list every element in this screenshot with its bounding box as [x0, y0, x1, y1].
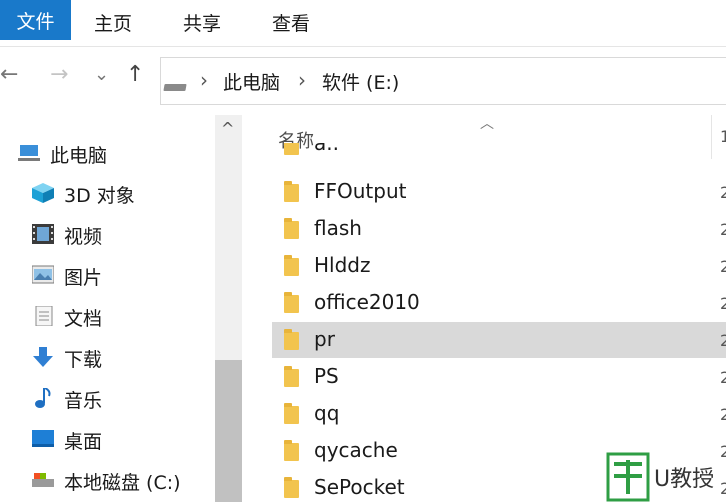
file-name: a..	[314, 143, 339, 155]
file-name: flash	[314, 216, 362, 240]
file-name: FFOutput	[314, 179, 407, 203]
drive-icon	[163, 84, 187, 91]
list-item[interactable]: a..	[272, 143, 726, 163]
file-list: ︿ 名称 1 a.. FFOutput flash Hlddz office20…	[242, 115, 726, 502]
file-name: Hlddz	[314, 253, 371, 277]
svg-text:U教授: U教授	[654, 467, 714, 492]
navigation-pane-scrollbar[interactable]: ^	[215, 115, 242, 502]
breadcrumb-separator[interactable]: ›	[200, 68, 208, 92]
watermark-logo: U教授	[606, 452, 714, 502]
nav-item-documents[interactable]: 文档	[0, 298, 215, 334]
recent-locations-button[interactable]: ⌄	[94, 64, 109, 85]
nav-item-downloads[interactable]: 下载	[0, 339, 215, 375]
list-item[interactable]: Hlddz	[272, 248, 726, 284]
nav-item-videos[interactable]: 视频	[0, 216, 215, 252]
file-name: qq	[314, 401, 340, 425]
file-name: qycache	[314, 438, 398, 462]
folder-icon	[284, 218, 299, 239]
list-item[interactable]: office2010	[272, 285, 726, 321]
folder-icon	[284, 477, 299, 498]
folder-icon	[284, 440, 299, 461]
nav-item-music[interactable]: 音乐	[0, 380, 215, 416]
tab-share[interactable]: 共享	[183, 0, 221, 40]
scrollbar-thumb[interactable]	[215, 360, 242, 502]
date-cell-partial: 2	[720, 331, 726, 350]
nav-item-3d-objects[interactable]: 3D 对象	[0, 175, 215, 211]
date-cell-partial: 2	[720, 183, 726, 202]
forward-button[interactable]: →	[50, 62, 68, 87]
folder-icon	[284, 403, 299, 424]
file-name: SePocket	[314, 475, 405, 499]
up-button[interactable]: ↑	[126, 62, 144, 87]
computer-icon	[18, 145, 40, 161]
list-item[interactable]: qq	[272, 396, 726, 432]
date-cell-partial: 2	[720, 294, 726, 313]
date-cell-partial: 2	[720, 220, 726, 239]
navigation-pane: 此电脑 3D 对象 视频 图片 文档 下载 音乐 桌面 本地磁盘 (C:)	[0, 115, 215, 502]
file-name: office2010	[314, 290, 420, 314]
desktop-icon	[32, 430, 54, 447]
file-name: PS	[314, 364, 339, 388]
sort-ascending-icon: ︿	[480, 116, 494, 132]
nav-item-label: 图片	[64, 267, 103, 289]
nav-item-this-pc[interactable]: 此电脑	[0, 135, 215, 171]
date-cell-partial: 2	[720, 405, 726, 424]
nav-item-label: 本地磁盘 (C:)	[64, 472, 181, 494]
file-name: pr	[314, 327, 335, 351]
nav-item-desktop[interactable]: 桌面	[0, 421, 215, 457]
download-icon	[33, 347, 53, 367]
folder-icon	[284, 292, 299, 313]
nav-item-local-disk-c[interactable]: 本地磁盘 (C:)	[0, 462, 215, 498]
back-button[interactable]: ←	[0, 62, 18, 87]
list-item[interactable]: FFOutput	[272, 174, 726, 210]
ribbon: 文件 主页 共享 查看	[0, 0, 726, 47]
nav-item-label: 下载	[64, 349, 103, 371]
folder-icon	[284, 143, 299, 155]
nav-item-label: 3D 对象	[64, 185, 135, 207]
folder-icon	[284, 366, 299, 387]
tab-view[interactable]: 查看	[272, 0, 310, 40]
nav-item-label: 音乐	[64, 390, 103, 412]
drive-icon	[32, 473, 54, 487]
nav-item-label: 文档	[64, 308, 103, 330]
video-icon	[32, 224, 54, 244]
nav-item-label: 此电脑	[50, 145, 108, 167]
picture-icon	[32, 265, 54, 284]
nav-item-pictures[interactable]: 图片	[0, 257, 215, 293]
nav-item-label: 视频	[64, 226, 103, 248]
nav-item-label: 桌面	[64, 431, 103, 453]
date-cell-partial: 2	[720, 368, 726, 387]
breadcrumb-drive-e[interactable]: 软件 (E:)	[322, 68, 399, 95]
breadcrumb-separator[interactable]: ›	[298, 68, 306, 92]
music-icon	[35, 388, 51, 408]
date-cell-partial: 2	[720, 257, 726, 276]
scroll-up-icon[interactable]: ^	[221, 119, 234, 138]
folder-icon	[284, 329, 299, 350]
list-item[interactable]: PS	[272, 359, 726, 395]
tab-file[interactable]: 文件	[0, 0, 71, 40]
tab-home[interactable]: 主页	[94, 0, 132, 40]
folder-icon	[284, 181, 299, 202]
document-icon	[35, 306, 53, 326]
breadcrumb-this-pc[interactable]: 此电脑	[223, 68, 280, 95]
cube-3d-icon	[32, 183, 54, 203]
list-item[interactable]: flash	[272, 211, 726, 247]
folder-icon	[284, 255, 299, 276]
list-item-selected[interactable]: pr	[272, 322, 726, 358]
